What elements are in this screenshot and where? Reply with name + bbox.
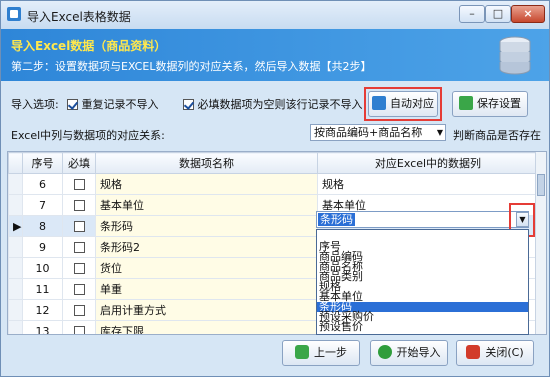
maximize-button[interactable]: □	[485, 5, 511, 23]
required-checkbox[interactable]	[73, 325, 85, 334]
row-number: 12	[22, 299, 63, 321]
dropdown-item[interactable]: 预设售价	[317, 321, 528, 332]
col-excel-column-header[interactable]: 对应Excel中的数据列	[317, 152, 539, 174]
match-key-hint: 判断商品是否存在	[453, 129, 541, 142]
field-name-cell: 启用计重方式	[95, 299, 318, 321]
match-key-select[interactable]: 按商品编码+商品名称 ▼	[310, 124, 446, 141]
row-number: 9	[22, 236, 63, 258]
row-indicator	[8, 194, 23, 216]
row-required-checkbox-cell[interactable]	[62, 299, 96, 321]
required-checkbox[interactable]	[73, 220, 85, 232]
row-required-checkbox-cell[interactable]	[62, 257, 96, 279]
import-options-label: 导入选项:	[11, 98, 59, 111]
grid-header-row: 序号 必填 数据项名称 对应Excel中的数据列	[8, 152, 539, 174]
required-checkbox[interactable]	[73, 241, 85, 253]
row-indicator	[8, 173, 23, 195]
row-indicator	[8, 320, 23, 334]
excel-column-combo[interactable]: 条形码	[316, 211, 529, 228]
row-required-checkbox-cell[interactable]	[62, 278, 96, 300]
match-key-value: 按商品编码+商品名称	[314, 126, 423, 139]
minimize-button[interactable]: –	[459, 5, 485, 23]
col-no-header[interactable]: 序号	[22, 152, 63, 174]
chevron-down-icon: ▼	[436, 128, 443, 137]
database-icon	[499, 36, 531, 75]
field-name-cell: 基本单位	[95, 194, 318, 216]
required-skip-option[interactable]: 必填数据项为空则该行记录不导入	[183, 96, 363, 112]
close-icon	[466, 345, 481, 359]
grid-scrollbar-thumb[interactable]	[537, 174, 545, 196]
dropdown-blank-item[interactable]	[317, 230, 528, 242]
row-indicator	[8, 278, 23, 300]
field-name-cell: 条形码	[95, 215, 318, 237]
row-number: 11	[22, 278, 63, 300]
auto-map-icon	[372, 96, 386, 110]
close-label: 关闭(C)	[485, 346, 524, 359]
row-required-checkbox-cell[interactable]	[62, 194, 96, 216]
save-icon	[459, 96, 473, 110]
row-number: 8	[22, 215, 63, 237]
row-indicator	[8, 257, 23, 279]
current-row-indicator: ▶	[8, 215, 23, 237]
repeat-skip-checkbox[interactable]	[67, 99, 78, 110]
required-checkbox[interactable]	[73, 262, 85, 274]
row-number: 10	[22, 257, 63, 279]
row-indicator	[8, 299, 23, 321]
field-name-cell: 库存下限	[95, 320, 318, 334]
dropdown-item[interactable]: 商品类别	[317, 271, 528, 282]
save-settings-button[interactable]: 保存设置	[452, 91, 528, 117]
required-skip-checkbox[interactable]	[183, 99, 194, 110]
excel-column-combo-value[interactable]: 条形码	[318, 213, 355, 226]
required-checkbox[interactable]	[73, 178, 85, 190]
chevron-down-icon[interactable]: ▼	[516, 212, 529, 227]
close-window-button[interactable]: ×	[511, 5, 545, 23]
prev-step-label: 上一步	[314, 346, 347, 359]
field-name-cell: 单重	[95, 278, 318, 300]
field-name-cell: 货位	[95, 257, 318, 279]
indicator-header	[8, 152, 23, 174]
excel-column-dropdown[interactable]: 序号 商品编码 商品名称 商品类别 规格 基本单位 条形码 预设采购价 预设售价	[316, 229, 529, 335]
mapping-label: Excel中列与数据项的对应关系:	[11, 129, 165, 142]
row-required-checkbox-cell[interactable]	[62, 236, 96, 258]
row-number: 6	[22, 173, 63, 195]
grid-scrollbar[interactable]	[535, 152, 546, 334]
close-button[interactable]: 关闭(C)	[456, 340, 534, 366]
start-import-button[interactable]: 开始导入	[370, 340, 448, 366]
table-row[interactable]: 6 规格 规格	[8, 173, 539, 195]
import-excel-window: 导入Excel表格数据 – □ × 导入Excel数据（商品资料） 第二步：设置…	[0, 0, 550, 377]
auto-map-label: 自动对应	[390, 97, 434, 110]
prev-step-button[interactable]: 上一步	[282, 340, 360, 366]
header-banner: 导入Excel数据（商品资料） 第二步：设置数据项与EXCEL数据列的对应关系，…	[1, 29, 549, 81]
window-title: 导入Excel表格数据	[27, 10, 131, 24]
col-required-header[interactable]: 必填	[62, 152, 96, 174]
repeat-skip-label: 重复记录不导入	[81, 98, 159, 111]
banner-title: 导入Excel数据（商品资料）	[11, 39, 167, 53]
row-required-checkbox-cell[interactable]	[62, 173, 96, 195]
row-indicator	[8, 236, 23, 258]
save-settings-label: 保存设置	[477, 97, 521, 110]
required-checkbox[interactable]	[73, 283, 85, 295]
required-checkbox[interactable]	[73, 304, 85, 316]
field-name-cell: 规格	[95, 173, 318, 195]
row-required-checkbox-cell[interactable]	[62, 320, 96, 334]
excel-column-cell[interactable]: 规格	[317, 173, 539, 195]
required-skip-label: 必填数据项为空则该行记录不导入	[197, 98, 363, 111]
row-number: 7	[22, 194, 63, 216]
auto-map-button[interactable]: 自动对应	[368, 91, 438, 117]
required-checkbox[interactable]	[73, 199, 85, 211]
start-import-label: 开始导入	[396, 346, 441, 359]
field-name-cell: 条形码2	[95, 236, 318, 258]
repeat-skip-option[interactable]: 重复记录不导入	[67, 96, 159, 112]
arrow-left-icon	[295, 345, 309, 359]
check-icon	[377, 345, 392, 359]
app-icon	[7, 7, 21, 21]
title-bar[interactable]: 导入Excel表格数据 – □ ×	[1, 1, 549, 29]
banner-subtitle: 第二步：设置数据项与EXCEL数据列的对应关系，然后导入数据【共2步】	[11, 60, 372, 73]
col-field-name-header[interactable]: 数据项名称	[95, 152, 318, 174]
row-required-checkbox-cell[interactable]	[62, 215, 96, 237]
row-number: 13	[22, 320, 63, 334]
